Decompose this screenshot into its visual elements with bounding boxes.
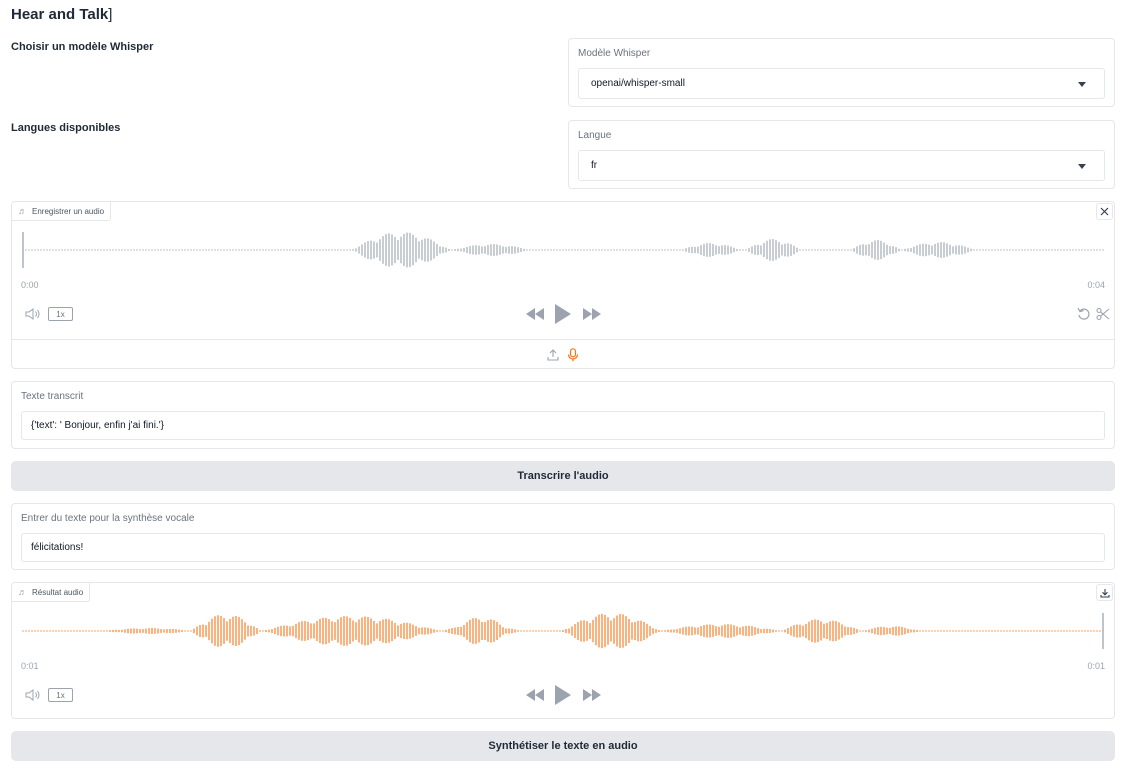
recorder-time-start: 0:00 bbox=[21, 280, 39, 290]
download-icon bbox=[1099, 588, 1110, 598]
result-chip: ♬ Résultat audio bbox=[12, 583, 91, 602]
download-button[interactable] bbox=[1096, 584, 1113, 601]
play-icon[interactable] bbox=[554, 304, 572, 324]
model-select-value: openai/whisper-small bbox=[591, 78, 685, 89]
rewind-icon[interactable] bbox=[526, 308, 544, 320]
fast-forward-icon[interactable] bbox=[583, 308, 601, 320]
music-note-icon: ♬ bbox=[18, 206, 27, 216]
fast-forward-icon[interactable] bbox=[583, 689, 601, 701]
rewind-icon[interactable] bbox=[526, 689, 544, 701]
lang-dropdown-label: Langue bbox=[578, 130, 612, 141]
microphone-icon[interactable] bbox=[567, 347, 579, 362]
play-icon[interactable] bbox=[554, 685, 572, 705]
recorder-chip-label: Enregistrer un audio bbox=[32, 206, 105, 216]
model-dropdown-block: Modèle Whisper openai/whisper-small bbox=[568, 38, 1115, 107]
model-dropdown-label: Modèle Whisper bbox=[578, 48, 651, 59]
page-title: Hear and Talk] bbox=[11, 6, 113, 23]
audio-source-row bbox=[12, 339, 1114, 369]
lang-select-value: fr bbox=[591, 160, 598, 171]
recorder-waveform[interactable] bbox=[21, 230, 1106, 270]
lang-dropdown-block: Langue fr bbox=[568, 120, 1115, 189]
tts-input-block: Entrer du texte pour la synthèse vocale … bbox=[11, 503, 1115, 570]
lang-select[interactable]: fr bbox=[578, 150, 1105, 181]
upload-icon[interactable] bbox=[547, 348, 559, 361]
model-select[interactable]: openai/whisper-small bbox=[578, 68, 1105, 99]
model-section-heading: Choisir un modèle Whisper bbox=[11, 41, 154, 53]
result-waveform[interactable] bbox=[21, 611, 1106, 651]
transcript-block: Texte transcrit {'text': ' Bonjour, enfi… bbox=[11, 381, 1115, 449]
chevron-down-icon bbox=[1078, 82, 1086, 87]
volume-icon[interactable] bbox=[25, 307, 41, 321]
transcribe-button[interactable]: Transcrire l'audio bbox=[11, 461, 1115, 491]
chevron-down-icon bbox=[1078, 164, 1086, 169]
music-note-icon: ♬ bbox=[18, 587, 27, 597]
close-icon bbox=[1100, 207, 1109, 216]
tts-input-label: Entrer du texte pour la synthèse vocale bbox=[21, 513, 195, 524]
result-time-start: 0:01 bbox=[21, 661, 39, 671]
playback-rate-button[interactable]: 1x bbox=[48, 688, 73, 702]
recorder-time-end: 0:04 bbox=[1087, 280, 1105, 290]
recorder-controls: 1x bbox=[12, 304, 1114, 324]
result-controls: 1x bbox=[12, 685, 1114, 705]
synthesize-button[interactable]: Synthétiser le texte en audio bbox=[11, 731, 1115, 761]
volume-icon[interactable] bbox=[25, 688, 41, 702]
clear-button[interactable] bbox=[1096, 203, 1113, 220]
transcript-label: Texte transcrit bbox=[21, 391, 84, 402]
result-audio-panel: ♬ Résultat audio 0:01 0:01 1x bbox=[11, 582, 1115, 719]
undo-icon[interactable] bbox=[1077, 307, 1091, 321]
transcript-textarea[interactable]: {'text': ' Bonjour, enfin j'ai fini.'} bbox=[21, 411, 1105, 440]
result-chip-label: Résultat audio bbox=[32, 587, 84, 597]
audio-recorder-panel: ♬ Enregistrer un audio 0:00 0:04 1x bbox=[11, 201, 1115, 369]
tts-textarea[interactable]: félicitations! bbox=[21, 533, 1105, 562]
result-time-end: 0:01 bbox=[1087, 661, 1105, 671]
lang-section-heading: Langues disponibles bbox=[11, 122, 121, 134]
scissors-icon[interactable] bbox=[1096, 307, 1110, 321]
playback-rate-button[interactable]: 1x bbox=[48, 307, 73, 321]
recorder-chip: ♬ Enregistrer un audio bbox=[12, 202, 112, 221]
